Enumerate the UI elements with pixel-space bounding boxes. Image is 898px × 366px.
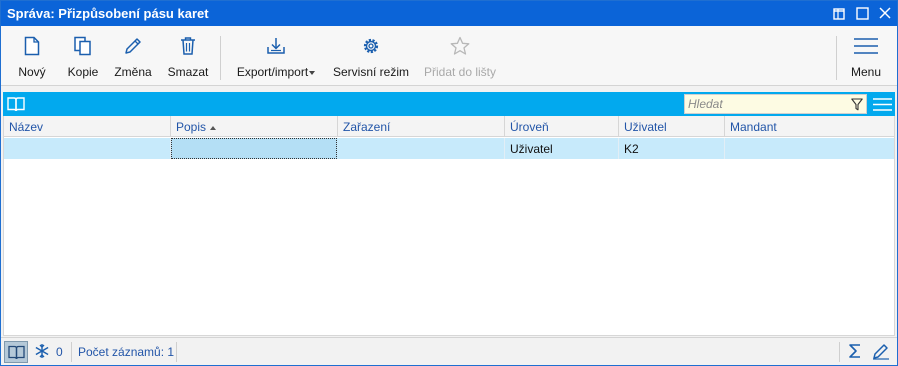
cell-uzivatel[interactable]: K2 <box>619 138 725 159</box>
column-header-label: Mandant <box>730 120 777 134</box>
column-header-uzivatel[interactable]: Uživatel <box>619 116 725 137</box>
toolbar-separator <box>836 36 837 80</box>
cell-popis[interactable] <box>171 138 337 159</box>
book-view-toggle[interactable] <box>4 341 28 363</box>
column-header-label: Název <box>9 120 44 134</box>
filter-icon[interactable] <box>851 98 863 114</box>
star-icon <box>421 34 499 58</box>
new-document-icon <box>13 34 51 58</box>
copy-button-label: Kopie <box>67 65 99 79</box>
pencil-icon <box>112 34 154 58</box>
menu-label: Menu <box>850 65 882 79</box>
grid-menu-icon[interactable] <box>873 98 892 114</box>
edit-button[interactable]: Změna <box>112 34 154 82</box>
copy-icon <box>64 34 102 58</box>
edit-button-label: Změna <box>114 65 152 79</box>
book-icon <box>8 345 25 360</box>
frozen-count: 0 <box>56 345 63 359</box>
export-import-icon <box>234 34 318 58</box>
column-header-label: Uživatel <box>624 120 667 134</box>
column-header-label: Popis <box>176 120 207 134</box>
search-box <box>684 94 867 114</box>
window: Správa: Přizpůsobení pásu karet Nový Kop… <box>0 0 898 366</box>
add-to-bar-label: Přidat do lišty <box>423 65 497 79</box>
cell-uroven[interactable]: Uživatel <box>505 138 619 159</box>
cell-nazev[interactable] <box>4 138 171 159</box>
restore-icon[interactable] <box>830 5 848 22</box>
add-to-bar-button[interactable]: Přidat do lišty <box>421 34 499 82</box>
delete-button[interactable]: Smazat <box>165 34 211 82</box>
toolbar: Nový Kopie Změna Smazat Export/import Se… <box>1 26 897 86</box>
sort-ascending-icon <box>210 125 217 130</box>
window-title: Správa: Přizpůsobení pásu karet <box>7 6 209 21</box>
title-bar: Správa: Přizpůsobení pásu karet <box>1 1 897 26</box>
menu-button[interactable]: Menu <box>846 34 886 82</box>
toolbar-separator <box>220 36 221 80</box>
close-icon[interactable] <box>876 5 894 22</box>
column-header-zarazeni[interactable]: Zařazení <box>338 116 505 137</box>
copy-button[interactable]: Kopie <box>64 34 102 82</box>
service-mode-label: Servisní režim <box>332 65 409 79</box>
service-mode-button[interactable]: Servisní režim <box>332 34 410 82</box>
pencil-icon[interactable] <box>872 342 890 363</box>
export-import-text: Export/import <box>236 65 309 79</box>
grid-toolbar <box>3 92 895 116</box>
gear-icon <box>332 34 410 58</box>
trash-icon <box>165 34 211 58</box>
hamburger-icon <box>846 34 886 58</box>
book-icon[interactable] <box>7 96 25 115</box>
new-button[interactable]: Nový <box>13 34 51 82</box>
column-header-uroven[interactable]: Úroveň <box>505 116 619 137</box>
new-button-label: Nový <box>18 65 46 79</box>
delete-button-label: Smazat <box>167 65 209 79</box>
status-separator <box>839 342 840 362</box>
snowflake-icon[interactable] <box>34 343 50 362</box>
record-count: Počet záznamů: 1 <box>78 345 175 359</box>
table-row[interactable]: Uživatel K2 <box>4 138 894 159</box>
cell-zarazeni[interactable] <box>338 138 505 159</box>
sigma-icon[interactable] <box>846 342 864 363</box>
column-header-row: Název Popis Zařazení Úroveň Uživatel Man… <box>4 116 894 137</box>
column-header-mandant[interactable]: Mandant <box>725 116 894 137</box>
column-header-popis[interactable]: Popis <box>171 116 338 137</box>
column-header-label: Zařazení <box>343 120 391 134</box>
column-header-nazev[interactable]: Název <box>4 116 171 137</box>
status-bar: 0 Počet záznamů: 1 <box>1 337 897 365</box>
export-import-button[interactable]: Export/import <box>234 34 318 82</box>
status-separator <box>71 342 72 362</box>
status-separator <box>176 342 177 362</box>
column-header-label: Úroveň <box>510 120 549 134</box>
chevron-down-icon <box>309 70 316 75</box>
maximize-icon[interactable] <box>853 5 871 22</box>
export-import-label: Export/import <box>234 65 318 79</box>
cell-mandant[interactable] <box>725 138 894 159</box>
data-grid: Název Popis Zařazení Úroveň Uživatel Man… <box>3 116 895 336</box>
search-input[interactable] <box>688 96 838 112</box>
